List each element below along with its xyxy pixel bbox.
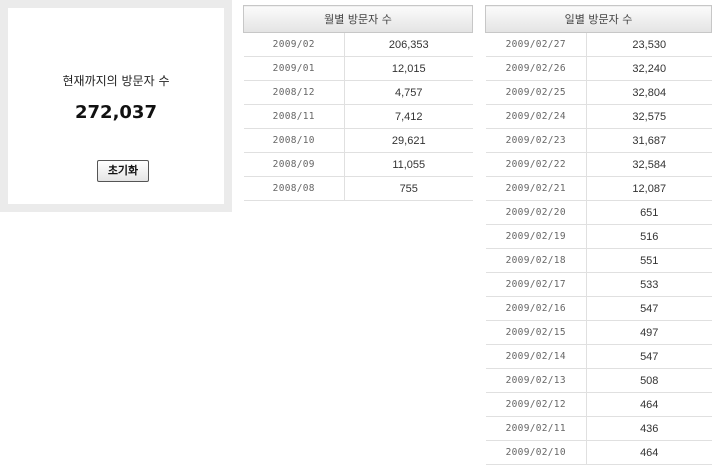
visitor-count-cell: 23,530 xyxy=(586,32,712,57)
visitor-count-cell: 547 xyxy=(586,344,712,369)
visitor-count-cell: 497 xyxy=(586,320,712,345)
total-visitors-panel: 현재까지의 방문자 수 272,037 초기화 xyxy=(0,0,232,212)
daily-row: 2009/02/16 547 xyxy=(485,296,712,321)
visitor-count-cell: 4,757 xyxy=(344,80,473,105)
visitor-count-cell: 32,575 xyxy=(586,104,712,129)
visitor-count-cell: 551 xyxy=(586,248,712,273)
daily-row: 2009/02/12 464 xyxy=(485,392,712,417)
date-cell: 2009/02/12 xyxy=(485,392,587,417)
total-visitors-card: 현재까지의 방문자 수 272,037 초기화 xyxy=(8,8,224,204)
monthly-table-body: 2009/02 206,353 2009/01 12,015 2008/12 4,757 2… xyxy=(243,32,473,201)
daily-row: 2009/02/17 533 xyxy=(485,272,712,297)
visitor-count-cell: 547 xyxy=(586,296,712,321)
total-visitors-label: 현재까지의 방문자 수 xyxy=(62,74,170,88)
date-cell: 2008/12 xyxy=(243,80,345,105)
daily-row: 2009/02/18 551 xyxy=(485,248,712,273)
date-cell: 2009/02/16 xyxy=(485,296,587,321)
date-cell: 2009/02/11 xyxy=(485,416,587,441)
date-cell: 2009/02/24 xyxy=(485,104,587,129)
date-cell: 2008/09 xyxy=(243,152,345,177)
daily-row: 2009/02/26 32,240 xyxy=(485,56,712,81)
visitor-count-cell: 32,584 xyxy=(586,152,712,177)
monthly-header-row: 월별 방문자 수 xyxy=(243,5,473,33)
visitor-count-cell: 464 xyxy=(586,440,712,465)
daily-header-row: 일별 방문자 수 xyxy=(485,5,712,33)
monthly-visitors-table: 월별 방문자 수 2009/02 206,353 2009/01 12,015 2008… xyxy=(243,5,473,201)
monthly-row: 2008/09 11,055 xyxy=(243,152,473,177)
visitor-count-cell: 516 xyxy=(586,224,712,249)
date-cell: 2009/02/15 xyxy=(485,320,587,345)
visitor-count-cell: 29,621 xyxy=(344,128,473,153)
daily-row: 2009/02/19 516 xyxy=(485,224,712,249)
daily-row: 2009/02/23 31,687 xyxy=(485,128,712,153)
visitor-count-cell: 436 xyxy=(586,416,712,441)
visitor-count-cell: 464 xyxy=(586,392,712,417)
date-cell: 2009/02/10 xyxy=(485,440,587,465)
monthly-row: 2008/08 755 xyxy=(243,176,473,201)
date-cell: 2009/02/20 xyxy=(485,200,587,225)
date-cell: 2009/02/22 xyxy=(485,152,587,177)
visitor-count-cell: 206,353 xyxy=(344,32,473,57)
visitor-count-cell: 32,804 xyxy=(586,80,712,105)
monthly-row: 2009/01 12,015 xyxy=(243,56,473,81)
daily-visitors-table: 일별 방문자 수 2009/02/27 23,530 2009/02/26 32,24… xyxy=(485,5,712,465)
visitor-count-cell: 12,015 xyxy=(344,56,473,81)
date-cell: 2009/02/23 xyxy=(485,128,587,153)
monthly-row: 2008/12 4,757 xyxy=(243,80,473,105)
monthly-row: 2008/10 29,621 xyxy=(243,128,473,153)
daily-row: 2009/02/11 436 xyxy=(485,416,712,441)
visitor-count-cell: 755 xyxy=(344,176,473,201)
visitor-count-cell: 533 xyxy=(586,272,712,297)
daily-row: 2009/02/25 32,804 xyxy=(485,80,712,105)
date-cell: 2009/02/18 xyxy=(485,248,587,273)
daily-row: 2009/02/22 32,584 xyxy=(485,152,712,177)
date-cell: 2009/02/25 xyxy=(485,80,587,105)
date-cell: 2009/02/21 xyxy=(485,176,587,201)
daily-row: 2009/02/27 23,530 xyxy=(485,32,712,57)
daily-row: 2009/02/10 464 xyxy=(485,440,712,465)
visitor-count-cell: 12,087 xyxy=(586,176,712,201)
reset-button[interactable]: 초기화 xyxy=(97,160,149,182)
date-cell: 2009/02/13 xyxy=(485,368,587,393)
visitor-count-cell: 11,055 xyxy=(344,152,473,177)
monthly-row: 2009/02 206,353 xyxy=(243,32,473,57)
daily-row: 2009/02/15 497 xyxy=(485,320,712,345)
date-cell: 2009/01 xyxy=(243,56,345,81)
daily-row: 2009/02/20 651 xyxy=(485,200,712,225)
date-cell: 2009/02/14 xyxy=(485,344,587,369)
visitor-stats-page: 현재까지의 방문자 수 272,037 초기화 월별 방문자 수 2009/02… xyxy=(0,0,720,470)
daily-row: 2009/02/21 12,087 xyxy=(485,176,712,201)
daily-header: 일별 방문자 수 xyxy=(485,5,712,33)
daily-row: 2009/02/14 547 xyxy=(485,344,712,369)
date-cell: 2009/02/27 xyxy=(485,32,587,57)
date-cell: 2008/10 xyxy=(243,128,345,153)
visitor-count-cell: 651 xyxy=(586,200,712,225)
visitor-count-cell: 7,412 xyxy=(344,104,473,129)
date-cell: 2009/02/19 xyxy=(485,224,587,249)
monthly-row: 2008/11 7,412 xyxy=(243,104,473,129)
total-visitors-count: 272,037 xyxy=(75,102,157,123)
daily-row: 2009/02/24 32,575 xyxy=(485,104,712,129)
visitor-count-cell: 508 xyxy=(586,368,712,393)
date-cell: 2008/11 xyxy=(243,104,345,129)
date-cell: 2008/08 xyxy=(243,176,345,201)
date-cell: 2009/02/26 xyxy=(485,56,587,81)
date-cell: 2009/02 xyxy=(243,32,345,57)
date-cell: 2009/02/17 xyxy=(485,272,587,297)
daily-row: 2009/02/13 508 xyxy=(485,368,712,393)
visitor-count-cell: 32,240 xyxy=(586,56,712,81)
visitor-count-cell: 31,687 xyxy=(586,128,712,153)
monthly-header: 월별 방문자 수 xyxy=(243,5,473,33)
daily-table-body: 2009/02/27 23,530 2009/02/26 32,240 2009/02/… xyxy=(485,32,712,465)
